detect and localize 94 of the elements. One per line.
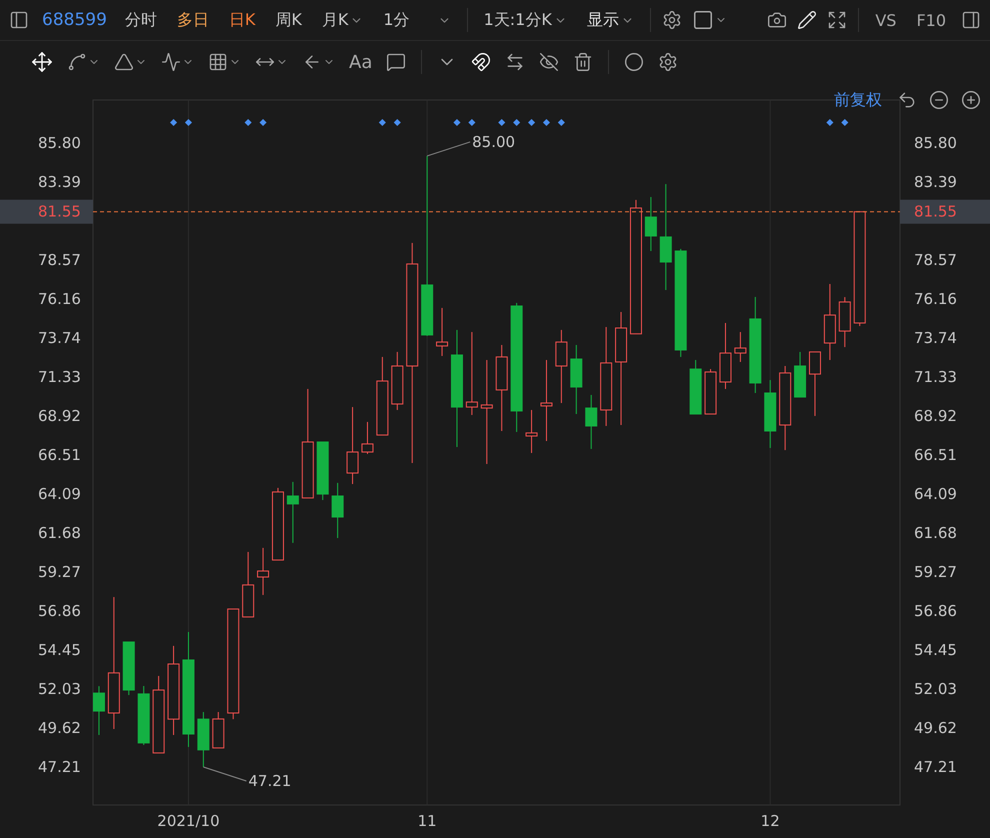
y-axis-label: 52.03 [914, 680, 957, 698]
candlestick [526, 409, 538, 454]
y-axis-label: 71.33 [914, 368, 957, 386]
period-tab[interactable]: 月K [314, 8, 372, 32]
event-marker[interactable] [542, 118, 550, 126]
candlestick [242, 551, 254, 618]
price-label: 47.21 [248, 772, 292, 790]
y-axis-label: 49.62 [914, 719, 957, 738]
y-axis-label: 68.92 [38, 406, 81, 425]
y-axis-label: 73.74 [38, 329, 81, 348]
y-axis-label: 54.45 [914, 640, 957, 659]
candlestick [212, 712, 224, 748]
display-dropdown[interactable]: 显示 [578, 8, 642, 32]
leader-line [426, 141, 471, 156]
x-axis-label: 2021/10 [157, 812, 220, 830]
y-axis-label: 61.68 [914, 524, 957, 542]
y-axis-label: 73.74 [914, 329, 957, 348]
y-axis-label: 78.57 [914, 250, 957, 269]
candlestick [690, 360, 702, 415]
candlestick [704, 368, 717, 415]
y-axis-label: 76.16 [914, 290, 957, 308]
event-marker[interactable] [841, 118, 848, 126]
event-marker[interactable] [170, 118, 178, 126]
candlestick [391, 351, 404, 410]
event-marker[interactable] [260, 118, 267, 126]
text-tool[interactable]: Aa [346, 52, 376, 72]
y-axis-label: 83.39 [38, 172, 81, 191]
event-marker[interactable] [244, 118, 252, 126]
y-axis-label: 85.80 [38, 134, 81, 152]
y-axis-label: 47.21 [914, 758, 957, 776]
candlestick [316, 442, 329, 501]
candlestick [764, 380, 776, 448]
x-axis-label: 12 [760, 812, 780, 830]
y-axis-label: 68.92 [914, 406, 957, 425]
candlestick [197, 712, 210, 768]
candlestick [361, 421, 374, 454]
y-axis-label: 59.27 [914, 563, 957, 581]
y-axis-label: 71.33 [38, 368, 81, 386]
y-axis-label: 66.51 [914, 446, 957, 464]
period-tab[interactable]: 多日 [168, 8, 217, 32]
y-axis-label: 56.86 [38, 602, 81, 620]
y-axis-label: 56.86 [914, 602, 957, 620]
event-marker[interactable] [498, 118, 506, 126]
candlestick [122, 642, 135, 696]
period-tab[interactable]: 周K [267, 8, 310, 32]
y-axis-label: 52.03 [38, 680, 81, 698]
candlestick [286, 481, 299, 544]
y-axis-label: 59.27 [38, 563, 81, 581]
stock-code: 688599 [41, 10, 108, 30]
range-dropdown[interactable]: 1天:1分K [476, 8, 575, 32]
y-axis-label: 78.57 [38, 250, 81, 269]
y-axis-label: 83.39 [914, 172, 957, 191]
price-label: 85.00 [472, 132, 516, 151]
event-marker[interactable] [394, 118, 401, 126]
candlestick [570, 344, 582, 415]
y-axis-label: 76.16 [38, 290, 81, 308]
candlestick [436, 307, 448, 356]
y-axis-label: 49.62 [38, 719, 81, 738]
candlestick [734, 332, 746, 362]
y-axis-label: 66.51 [38, 446, 81, 464]
event-marker[interactable] [184, 118, 192, 126]
price-tag: 81.55 [38, 202, 81, 221]
price-tag: 81.55 [914, 202, 957, 221]
period-tab[interactable]: 日K [220, 8, 264, 32]
candlestick [257, 547, 270, 596]
event-marker[interactable] [513, 118, 520, 126]
candlestick [585, 394, 598, 450]
f10-button[interactable]: F10 [908, 8, 954, 32]
leader-line [202, 766, 247, 782]
adjustment-button[interactable]: 前复权 [828, 90, 888, 110]
candlestick [719, 322, 732, 390]
candlestick [794, 351, 806, 398]
candlestick [644, 196, 657, 252]
event-marker[interactable] [528, 118, 536, 126]
y-axis-label: 54.45 [38, 640, 81, 659]
compare-button[interactable]: VS [867, 8, 904, 32]
event-marker[interactable] [378, 118, 386, 126]
event-marker[interactable] [558, 118, 565, 126]
event-marker[interactable] [468, 118, 476, 126]
candlestick [138, 686, 150, 746]
candlestick [332, 482, 344, 539]
y-axis-label: 64.09 [914, 485, 957, 504]
interval-dropdown[interactable]: 1分 [375, 8, 459, 32]
candlestick [808, 351, 821, 416]
y-axis-label: 85.80 [914, 134, 957, 152]
y-axis-label: 61.68 [38, 524, 81, 542]
y-axis-label: 64.09 [38, 485, 81, 504]
event-marker[interactable] [826, 118, 834, 126]
event-marker[interactable] [453, 118, 460, 126]
candlestick [838, 296, 851, 348]
period-tab[interactable]: 分时 [116, 8, 165, 32]
x-axis-label: 11 [418, 812, 437, 830]
candlestick [92, 686, 105, 736]
y-axis-label: 47.21 [38, 758, 81, 776]
